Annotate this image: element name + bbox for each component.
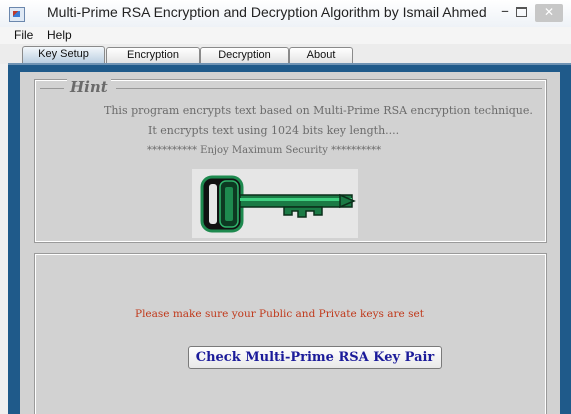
hint-border-left [40, 88, 64, 89]
hint-line-2: It encrypts text using 1024 bits key len… [148, 124, 400, 137]
menu-file[interactable]: File [14, 28, 33, 42]
hint-title: Hint [67, 78, 111, 96]
green-key-icon [192, 169, 358, 238]
title-bar: Multi-Prime RSA Encryption and Decryptio… [0, 0, 571, 27]
maximize-icon [515, 7, 527, 17]
menu-help[interactable]: Help [47, 28, 72, 42]
check-key-pair-button[interactable]: Check Multi-Prime RSA Key Pair [188, 346, 442, 369]
tab-encryption[interactable]: Encryption [106, 47, 200, 63]
hint-line-3: ********** Enjoy Maximum Security ******… [147, 145, 382, 156]
tab-about[interactable]: About [289, 47, 353, 63]
tab-decryption[interactable]: Decryption [200, 47, 289, 63]
minimize-button[interactable]: – [498, 3, 512, 22]
maximize-button[interactable] [513, 4, 529, 22]
window-title: Multi-Prime RSA Encryption and Decryptio… [47, 4, 487, 20]
close-button[interactable]: ✕ [535, 4, 563, 22]
menu-bar: File Help [0, 27, 571, 44]
tab-key-setup[interactable]: Key Setup [22, 46, 105, 64]
key-check-panel [34, 253, 547, 414]
hint-border-right [116, 88, 542, 89]
hint-line-1: This program encrypts text based on Mult… [104, 104, 533, 117]
app-icon [9, 7, 25, 22]
key-warning-message: Please make sure your Public and Private… [135, 308, 424, 320]
